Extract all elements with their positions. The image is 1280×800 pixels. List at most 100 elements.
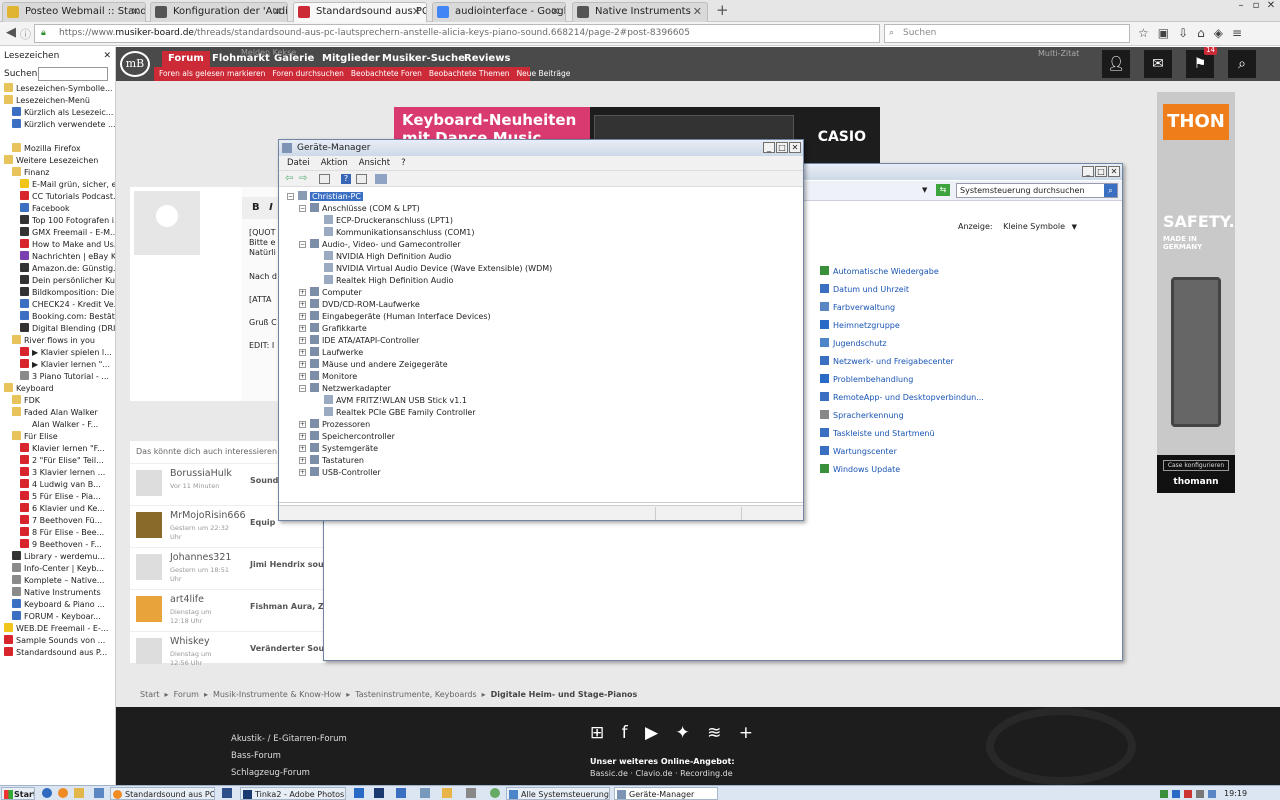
view-value[interactable]: Kleine Symbole — [1003, 222, 1065, 231]
ad-right-thon[interactable]: THON SAFETY. MADE IN GERMANY Case konfig… — [1157, 92, 1235, 492]
bookmark-item[interactable]: Standardsound aus P... — [0, 647, 115, 659]
bookmark-item[interactable]: Native Instruments — [0, 587, 115, 599]
bookmark-item[interactable]: Kürzlich als Lesezeic... — [0, 107, 115, 119]
bookmark-item[interactable]: Sample Sounds von ... — [0, 635, 115, 647]
related-user[interactable]: MrMojoRisin666 — [170, 510, 246, 521]
expand-icon[interactable]: + — [299, 469, 306, 476]
properties-icon[interactable] — [319, 174, 330, 184]
view-icon[interactable] — [356, 174, 367, 184]
bookmark-item[interactable]: Keyboard & Piano ... — [0, 599, 115, 611]
bookmark-item[interactable]: Nachrichten | eBay K... — [0, 251, 115, 263]
control-panel-link[interactable]: Taskleiste und Startmenü — [820, 428, 935, 440]
messages-button[interactable]: ✉ — [1144, 50, 1172, 78]
back-icon[interactable]: ⇦ — [285, 173, 293, 184]
bookmark-item[interactable]: Kürzlich verwendete ... — [0, 119, 115, 131]
new-tab-button[interactable]: + — [716, 1, 729, 19]
related-user[interactable]: Johannes321 — [170, 552, 231, 563]
device-tree-node[interactable]: + Systemgeräte — [299, 443, 378, 455]
sidebar-search-input[interactable] — [38, 67, 108, 81]
taskbar-item-firefox[interactable]: Standardsound aus PC ... — [110, 787, 215, 800]
subnav-link[interactable]: Foren als gelesen markieren — [159, 69, 265, 78]
star-icon[interactable]: ☆ — [1138, 26, 1149, 40]
expand-icon[interactable]: + — [299, 373, 306, 380]
bookmark-item[interactable]: 2 "Für Elise" Teil... — [0, 455, 115, 467]
subnav-link[interactable]: Beobachtete Themen — [429, 69, 510, 78]
ie-icon[interactable] — [42, 788, 52, 798]
bookmark-item[interactable]: Facebook — [0, 203, 115, 215]
bookmark-item[interactable]: Alan Walker - F... — [0, 419, 115, 431]
bookmark-item[interactable]: ▶ Klavier spielen l... — [0, 347, 115, 359]
related-thread-title[interactable]: Fishman Aura, ZO — [250, 602, 331, 611]
bookmark-item[interactable]: Weitere Lesezeichen — [0, 155, 115, 167]
control-panel-search[interactable]: Systemsteuerung durchsuchen ⌕ — [956, 183, 1118, 198]
close-icon[interactable]: ✕ — [103, 47, 111, 65]
close-icon[interactable]: ✕ — [1264, 0, 1278, 14]
related-user[interactable]: art4life — [170, 594, 204, 605]
dropdown-arrow-icon[interactable]: ▼ — [922, 186, 927, 194]
clipboard-icon[interactable]: ▣ — [1158, 26, 1169, 40]
menu-item[interactable]: Datei — [287, 158, 310, 168]
control-panel-link[interactable]: Wartungscenter — [820, 446, 897, 458]
device-tree-node[interactable]: + DVD/CD-ROM-Laufwerke — [299, 299, 420, 311]
control-panel-link[interactable]: Netzwerk- und Freigabecenter — [820, 356, 954, 368]
bookmark-item[interactable]: E-Mail grün, sicher, e... — [0, 179, 115, 191]
device-tree-node[interactable]: + Grafikkarte — [299, 323, 367, 335]
bookmark-item[interactable]: Library - werdemu... — [0, 551, 115, 563]
device-tree-node[interactable]: − Audio-, Video- und Gamecontroller — [299, 239, 461, 251]
device-tree-node[interactable]: − Anschlüsse (COM & LPT) — [299, 203, 420, 215]
breadcrumb-item[interactable]: Musik-Instrumente & Know-How — [213, 690, 341, 699]
related-thread-title[interactable]: Equip — [250, 518, 275, 527]
firefox-icon[interactable] — [58, 788, 68, 798]
forward-icon[interactable]: ⇨ — [299, 173, 307, 184]
explorer-icon[interactable] — [74, 788, 84, 798]
site-nav-tab[interactable]: Musiker-Suche — [376, 51, 471, 67]
device-tree-node[interactable]: Realtek PCIe GBE Family Controller — [313, 407, 476, 419]
folder-icon[interactable] — [442, 788, 452, 798]
bookmark-item[interactable]: How to Make and Us... — [0, 239, 115, 251]
collapse-icon[interactable]: − — [299, 241, 306, 248]
related-thread-title[interactable]: Jimi Hendrix sou — [250, 560, 324, 569]
device-tree-node[interactable]: AVM FRITZ!WLAN USB Stick v1.1 — [313, 395, 467, 407]
device-tree-node[interactable]: + Mäuse und andere Zeigegeräte — [299, 359, 448, 371]
taskbar-clock[interactable]: 19:19 — [1224, 787, 1247, 800]
bookmark-item[interactable]: FORUM - Keyboar... — [0, 611, 115, 623]
view-selector[interactable]: Anzeige: Kleine Symbole ▼ — [958, 222, 1077, 231]
maximize-icon[interactable]: □ — [776, 142, 788, 153]
multi-quote-link[interactable]: Multi-Zitat — [1038, 49, 1079, 58]
site-nav-tab[interactable]: Reviews — [458, 51, 516, 67]
bookmark-item[interactable]: CC Tutorials Podcast... — [0, 191, 115, 203]
bookmark-item[interactable]: Lesezeichen-Symbolle... — [0, 83, 115, 95]
taskbar-item-photoshop[interactable]: Tinka2 - Adobe Photos... — [240, 787, 346, 800]
control-panel-link[interactable]: Windows Update — [820, 464, 900, 476]
footer-link[interactable]: Bass-Forum — [231, 748, 347, 765]
expand-icon[interactable]: + — [299, 289, 306, 296]
related-thread-title[interactable]: Sound — [250, 476, 278, 485]
tool-icon[interactable] — [466, 788, 476, 798]
expand-icon[interactable]: + — [299, 325, 306, 332]
site-nav-tab[interactable]: Forum — [162, 51, 210, 67]
expand-icon[interactable]: + — [299, 301, 306, 308]
browser-tab[interactable]: Posteo Webmail :: Standar...✕ — [2, 2, 146, 22]
bookmark-item[interactable]: Amazon.de: Günstig... — [0, 263, 115, 275]
related-thread-row[interactable]: art4life Dienstag um 12:18 Uhr Fishman Aur… — [130, 589, 331, 629]
bookmark-item[interactable]: CHECK24 - Kredit Ve... — [0, 299, 115, 311]
bookmark-item[interactable]: Für Elise — [0, 431, 115, 443]
alerts-button[interactable]: ⚑ 14 — [1186, 47, 1217, 78]
dropbox-icon[interactable] — [354, 788, 364, 798]
device-tree-node[interactable]: + Speichercontroller — [299, 431, 395, 443]
control-panel-link[interactable]: Datum und Uhrzeit — [820, 284, 909, 296]
device-tree-node[interactable]: Kommunikationsanschluss (COM1) — [313, 227, 474, 239]
collapse-icon[interactable]: − — [287, 193, 294, 200]
device-tree-node[interactable]: + USB-Controller — [299, 467, 381, 479]
footer-link[interactable]: Akustik- / E-Gitarren-Forum — [231, 731, 347, 748]
footer-link[interactable]: Schlagzeug-Forum — [231, 765, 347, 782]
info-icon[interactable] — [420, 788, 430, 798]
bookmark-item[interactable]: 6 Klavier und Ke... — [0, 503, 115, 515]
bold-button[interactable]: B — [252, 202, 260, 213]
maximize-icon[interactable]: □ — [1095, 166, 1107, 177]
home-icon[interactable]: ⌂ — [1197, 26, 1205, 40]
device-tree-node[interactable]: + Prozessoren — [299, 419, 370, 431]
collapse-icon[interactable]: − — [299, 205, 306, 212]
breadcrumb-item[interactable]: Tasteninstrumente, Keyboards — [355, 690, 476, 699]
breadcrumb-item[interactable]: Digitale Heim- und Stage-Pianos — [491, 690, 638, 699]
